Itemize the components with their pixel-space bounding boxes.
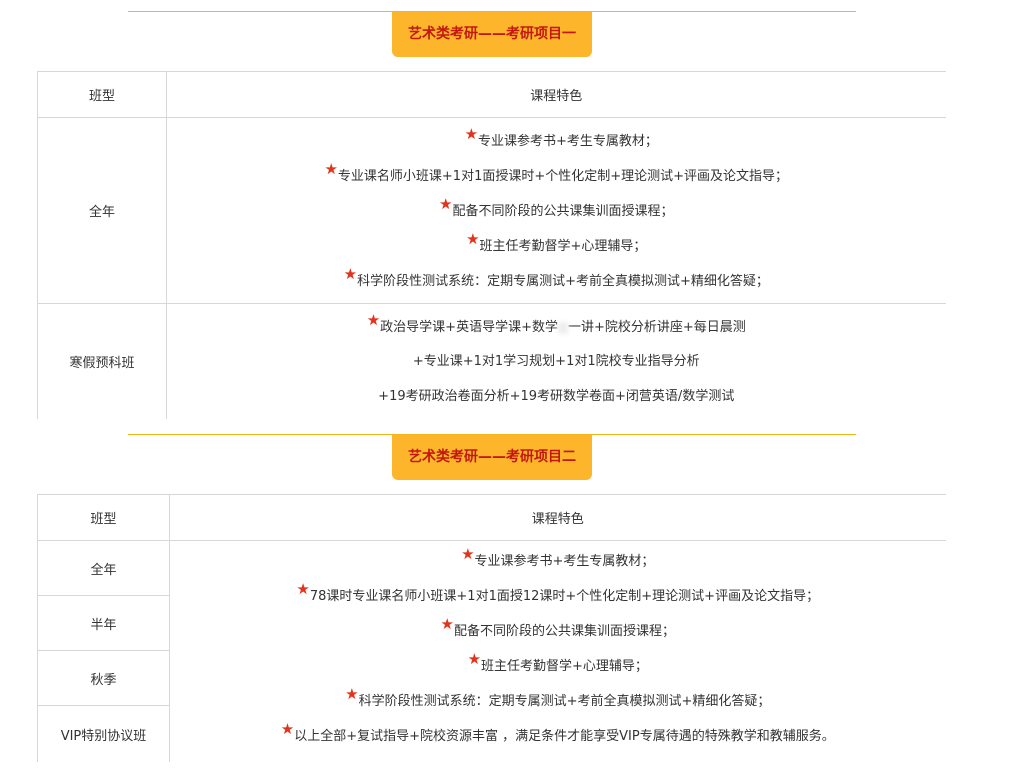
table-header-row: 班型 课程特色 (37, 71, 946, 118)
course-table: 班型 课程特色 全年 ★专业课参考书+考生专属教材； ★专业课名师小班课+1对1… (37, 71, 946, 419)
header-course-features: 课程特色 (166, 71, 946, 118)
feature-line: ★科学阶段性测试系统：定期专属测试+考前全真模拟测试+精细化答疑； (345, 685, 771, 709)
features-cell: ★专业课参考书+考生专属教材； ★78课时专业课名师小班课+1对1面授12课时+… (169, 540, 946, 762)
class-type-cell: 全年 (37, 540, 170, 596)
section-title: 艺术类考研——考研项目一 (392, 12, 592, 57)
feature-line: ★78课时专业课名师小班课+1对1面授12课时+个性化定制+理论测试+评画及论文… (296, 580, 820, 604)
class-type-cell: VIP特别协议班 (37, 705, 170, 762)
feature-line: +专业课+1对1学习规划+1对1院校专业指导分析 (412, 354, 700, 369)
header-course-features: 课程特色 (169, 494, 946, 541)
class-type-cell: 秋季 (37, 650, 170, 706)
table-header-row: 班型 课程特色 (37, 494, 946, 541)
feature-line: ★配备不同阶段的公共课集训面授课程； (439, 195, 674, 219)
table-row: 寒假预科班 ★政治导学课+英语导学课+数学 一讲+院校分析讲座+每日晨测 +专业课… (37, 303, 946, 419)
header-class-type: 班型 (37, 71, 167, 118)
class-type-cell: 全年 (37, 117, 167, 304)
star-icon: ★ (324, 160, 338, 178)
features-cell: ★政治导学课+英语导学课+数学 一讲+院校分析讲座+每日晨测 +专业课+1对1学习… (166, 303, 946, 419)
header-class-type: 班型 (37, 494, 170, 541)
star-icon: ★ (280, 720, 295, 738)
star-icon: ★ (467, 650, 482, 668)
course-table: 班型 课程特色 全年 ★专业课参考书+考生专属教材； ★78课时专业课名师小班课… (37, 494, 946, 762)
class-type-cell: 寒假预科班 (37, 303, 167, 419)
star-icon: ★ (366, 311, 381, 329)
section-project-two: 艺术类考研——考研项目二 班型 课程特色 全年 ★专业课参考书+考生专属教材； … (0, 434, 1023, 771)
star-icon: ★ (343, 265, 358, 283)
features-cell: ★专业课参考书+考生专属教材； ★专业课名师小班课+1对1面授课时+个性化定制+… (166, 117, 946, 304)
blurred-text (557, 321, 568, 334)
feature-line: ★政治导学课+英语导学课+数学 一讲+院校分析讲座+每日晨测 (366, 311, 746, 335)
star-icon: ★ (466, 230, 480, 248)
feature-line: ★科学阶段性测试系统：定期专属测试+考前全真模拟测试+精细化答疑； (343, 265, 769, 289)
feature-line: ★班主任考勤督学+心理辅导； (467, 650, 648, 674)
star-icon: ★ (439, 195, 453, 213)
star-icon: ★ (461, 545, 475, 563)
feature-line: ★专业课名师小班课+1对1面授课时+个性化定制+理论测试+评画及论文指导； (324, 160, 789, 184)
table-row: 全年 ★专业课参考书+考生专属教材； ★78课时专业课名师小班课+1对1面授12… (37, 540, 946, 762)
feature-line: ★班主任考勤督学+心理辅导； (466, 230, 647, 254)
star-icon: ★ (296, 580, 310, 598)
star-icon: ★ (345, 685, 359, 703)
table-row: 全年 ★专业课参考书+考生专属教材； ★专业课名师小班课+1对1面授课时+个性化… (37, 117, 946, 304)
section-project-one: 艺术类考研——考研项目一 班型 课程特色 全年 ★专业课参考书+考生专属教材； … (0, 0, 1023, 420)
feature-line: ★专业课参考书+考生专属教材； (461, 545, 655, 569)
feature-line: ★专业课参考书+考生专属教材； (464, 125, 658, 149)
feature-line: ★配备不同阶段的公共课集训面授课程； (440, 615, 675, 639)
star-icon: ★ (440, 615, 454, 633)
feature-line: +19考研政治卷面分析+19考研数学卷面+闭营英语/数学测试 (378, 389, 735, 404)
star-icon: ★ (464, 125, 479, 143)
class-type-cell: 半年 (37, 595, 170, 651)
feature-line: ★以上全部+复试指导+院校资源丰富 ，满足条件才能享受VIP专属待遇的特殊教学和… (280, 720, 835, 744)
section-title: 艺术类考研——考研项目二 (392, 435, 592, 480)
